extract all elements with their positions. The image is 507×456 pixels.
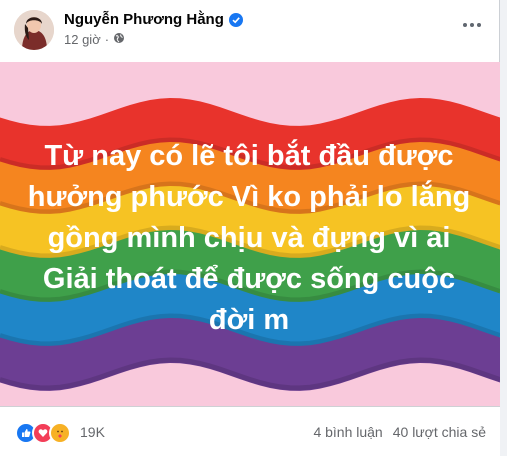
author-name[interactable]: Nguyễn Phương Hằng xyxy=(64,11,224,28)
image-quote-text: Từ nay có lẽ tôi bắt đầu được hưởng phướ… xyxy=(27,140,471,336)
post-header: Nguyễn Phương Hằng 12 giờ · xyxy=(0,0,500,62)
post-image[interactable]: Từ nay có lẽ tôi bắt đầu được hưởng phướ… xyxy=(0,62,500,406)
post-card: Nguyễn Phương Hằng 12 giờ · Từ nay có lẽ… xyxy=(0,0,500,456)
verified-badge-icon xyxy=(228,12,243,27)
more-options-icon[interactable] xyxy=(455,10,489,40)
post-meta: 12 giờ · xyxy=(64,32,125,47)
post-stats: 4 bình luận 40 lượt chia sẻ xyxy=(313,424,486,440)
reaction-icons[interactable] xyxy=(15,422,71,444)
scrollbar[interactable] xyxy=(500,0,507,455)
post-timestamp[interactable]: 12 giờ xyxy=(64,32,101,47)
post-footer: 19K 4 bình luận 40 lượt chia sẻ xyxy=(0,406,500,456)
care-icon xyxy=(49,422,71,444)
reaction-count[interactable]: 19K xyxy=(80,424,105,440)
comments-count[interactable]: 4 bình luận xyxy=(313,424,382,440)
author-name-row: Nguyễn Phương Hằng xyxy=(64,11,243,28)
globe-icon xyxy=(113,32,125,47)
shares-count[interactable]: 40 lượt chia sẻ xyxy=(393,424,486,440)
author-avatar[interactable] xyxy=(14,10,54,50)
